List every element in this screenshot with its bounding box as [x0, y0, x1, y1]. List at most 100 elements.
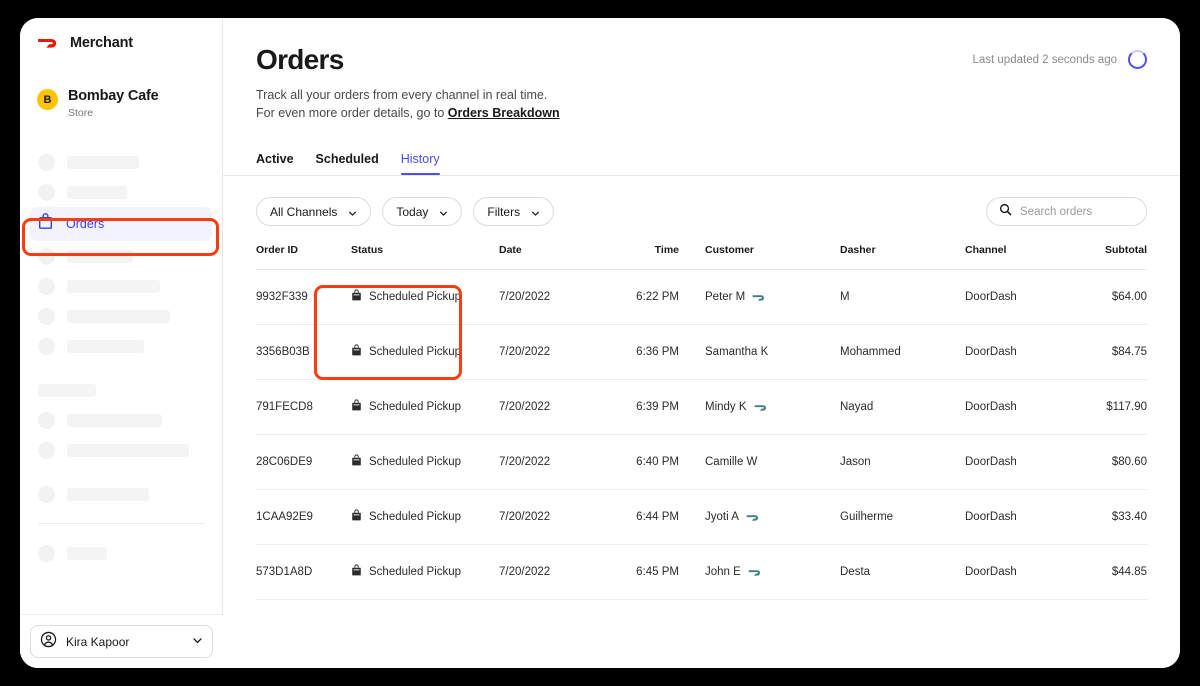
subtitle-prefix: For even more order details, go to — [256, 106, 448, 121]
cell-time: 6:45 PM — [617, 544, 705, 601]
cell-status: Scheduled Pickup — [351, 544, 499, 601]
table-header-row: Order ID Status Date Time Customer Dashe… — [256, 244, 1147, 270]
cell-date: 7/20/2022 — [499, 324, 617, 381]
table-row[interactable]: 1CAA92E9 Scheduled Pickup 7/20/2022 6:44 PM… — [256, 489, 1147, 546]
sidebar-item-orders[interactable]: Orders — [30, 207, 212, 242]
filters-dropdown[interactable]: Filters — [473, 197, 555, 227]
search-input[interactable] — [1020, 205, 1134, 218]
cell-order-id: 3356B03B — [256, 324, 351, 381]
orders-breakdown-link[interactable]: Orders Breakdown — [448, 106, 560, 120]
cell-channel: DoorDash — [965, 269, 1085, 326]
cell-channel: DoorDash — [965, 379, 1085, 436]
sidebar-item-label: Orders — [66, 217, 105, 232]
sidebar-item-placeholder[interactable] — [20, 479, 222, 509]
page-header: Orders Track all your orders from every … — [223, 18, 1180, 122]
sidebar-item-placeholder[interactable] — [20, 241, 222, 271]
sidebar-item-placeholder[interactable] — [20, 405, 222, 435]
cell-date: 7/20/2022 — [499, 269, 617, 326]
sidebar: Merchant B Bombay Cafe Store Orders Kira… — [20, 18, 223, 668]
placeholder-label — [67, 155, 139, 169]
cell-status: Scheduled Pickup — [351, 434, 499, 491]
column-header-order-id[interactable]: Order ID — [256, 244, 351, 270]
order-bag-icon — [351, 344, 362, 360]
status-label: Scheduled Pickup — [369, 456, 462, 469]
tab-history[interactable]: History — [400, 152, 440, 176]
column-header-channel[interactable]: Channel — [965, 244, 1085, 270]
subtitle-line-1: Track all your orders from every channel… — [256, 88, 548, 102]
sidebar-item-placeholder[interactable] — [20, 147, 222, 177]
date-filter-dropdown[interactable]: Today — [382, 197, 463, 227]
cell-customer: Peter M — [705, 269, 840, 326]
cell-date: 7/20/2022 — [499, 544, 617, 601]
cell-dasher: Nayad — [840, 379, 965, 436]
user-menu-button[interactable]: Kira Kapoor — [30, 625, 213, 658]
placeholder-icon — [38, 277, 55, 295]
cell-order-id: 9932F339 — [256, 269, 351, 326]
store-switcher[interactable]: B Bombay Cafe Store — [20, 51, 222, 119]
tab-active[interactable]: Active — [256, 152, 294, 175]
status-label: Scheduled Pickup — [369, 291, 462, 304]
cell-time: 6:44 PM — [617, 489, 705, 546]
user-footer: Kira Kapoor — [20, 614, 223, 668]
sidebar-item-placeholder[interactable] — [20, 301, 222, 331]
table-body: 9932F339 Scheduled Pickup 7/20/2022 6:22 PM… — [256, 269, 1147, 601]
sidebar-divider — [38, 523, 204, 525]
search-orders-box[interactable] — [986, 197, 1147, 227]
customer-name: John E — [705, 566, 741, 579]
brand-row[interactable]: Merchant — [20, 18, 222, 51]
cell-time: 6:39 PM — [617, 379, 705, 436]
cell-time: 6:40 PM — [617, 434, 705, 491]
channel-filter-dropdown[interactable]: All Channels — [256, 197, 372, 227]
sidebar-item-placeholder[interactable] — [20, 538, 222, 568]
tab-scheduled[interactable]: Scheduled — [316, 152, 379, 175]
cell-dasher: M — [840, 269, 965, 326]
column-header-time[interactable]: Time — [617, 244, 705, 270]
placeholder-label — [38, 383, 96, 397]
cell-date: 7/20/2022 — [499, 379, 617, 436]
column-header-status[interactable]: Status — [351, 244, 499, 270]
cell-channel: DoorDash — [965, 544, 1085, 601]
last-updated-text: Last updated 2 seconds ago — [972, 53, 1117, 66]
order-bag-icon — [351, 454, 362, 470]
orders-table: Order ID Status Date Time Customer Dashe… — [256, 244, 1147, 601]
placeholder-icon — [38, 183, 55, 201]
dashpass-badge-icon — [752, 292, 767, 303]
table-row[interactable]: 573D1A8D Scheduled Pickup 7/20/2022 6:45 PM… — [256, 544, 1147, 601]
placeholder-label — [67, 339, 144, 353]
user-name: Kira Kapoor — [66, 634, 130, 649]
table-row[interactable]: 9932F339 Scheduled Pickup 7/20/2022 6:22 PM… — [256, 269, 1147, 326]
filters-label: Filters — [487, 204, 521, 219]
cell-order-id: 791FECD8 — [256, 379, 351, 436]
chevron-down-icon — [192, 633, 203, 651]
placeholder-icon — [38, 544, 55, 562]
table-row[interactable]: 791FECD8 Scheduled Pickup 7/20/2022 6:39 PM… — [256, 379, 1147, 436]
column-header-subtotal[interactable]: Subtotal — [1085, 244, 1147, 270]
status-label: Scheduled Pickup — [369, 401, 462, 414]
customer-name: Jyoti A — [705, 511, 739, 524]
column-header-customer[interactable]: Customer — [705, 244, 840, 270]
sidebar-item-placeholder[interactable] — [20, 271, 222, 301]
sidebar-nav: Orders — [20, 147, 222, 568]
cell-dasher: Jason — [840, 434, 965, 491]
table-row[interactable]: 3356B03B Scheduled Pickup 7/20/2022 6:36 PM… — [256, 324, 1147, 381]
cell-dasher: Mohammed — [840, 324, 965, 381]
cell-time: 6:22 PM — [617, 269, 705, 326]
sidebar-item-placeholder[interactable] — [20, 331, 222, 361]
sidebar-item-placeholder[interactable] — [20, 177, 222, 207]
table-row[interactable]: 28C06DE9 Scheduled Pickup 7/20/2022 6:40 PM… — [256, 434, 1147, 491]
column-header-dasher[interactable]: Dasher — [840, 244, 965, 270]
cell-customer: Camille W — [705, 434, 840, 491]
placeholder-label — [67, 487, 149, 501]
user-avatar-icon — [40, 631, 57, 653]
chevron-down-icon — [348, 207, 357, 216]
brand-label: Merchant — [70, 34, 133, 51]
placeholder-icon — [38, 337, 55, 355]
order-bag-icon — [351, 399, 362, 415]
sidebar-item-placeholder[interactable] — [20, 435, 222, 465]
customer-name: Camille W — [705, 456, 758, 469]
order-bag-icon — [351, 509, 362, 525]
status-label: Scheduled Pickup — [369, 346, 462, 359]
column-header-date[interactable]: Date — [499, 244, 617, 270]
status-label: Scheduled Pickup — [369, 511, 462, 524]
